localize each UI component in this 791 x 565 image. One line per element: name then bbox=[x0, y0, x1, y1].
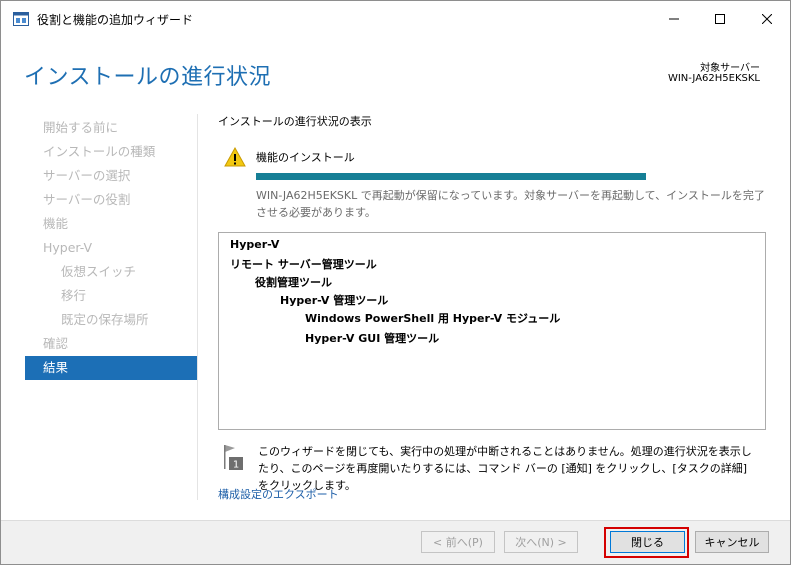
page-header: インストールの進行状況 対象サーバー WIN-JA62H5EKSKL bbox=[1, 37, 790, 101]
maximize-button[interactable] bbox=[697, 1, 743, 37]
wizard-window: 役割と機能の追加ウィザード インストールの進行状況 対象サーバー WIN-JA6… bbox=[0, 0, 791, 565]
previous-button[interactable]: < 前へ(P) bbox=[421, 531, 495, 553]
list-item: Hyper-V 管理ツール bbox=[280, 294, 389, 307]
minimize-button[interactable] bbox=[651, 1, 697, 37]
installation-progress-bar bbox=[256, 173, 646, 180]
close-icon bbox=[762, 14, 772, 24]
close-button[interactable]: 閉じる bbox=[610, 531, 685, 553]
feature-installation-label: 機能のインストール bbox=[256, 151, 355, 164]
window-title: 役割と機能の追加ウィザード bbox=[37, 13, 194, 27]
target-server-name: WIN-JA62H5EKSKL bbox=[667, 73, 760, 84]
nav-divider bbox=[197, 114, 198, 500]
nav-item-results[interactable]: 結果 bbox=[25, 356, 197, 380]
next-button[interactable]: 次へ(N) > bbox=[504, 531, 578, 553]
maximize-icon bbox=[715, 14, 725, 24]
nav-item-before-you-begin: 開始する前に bbox=[43, 120, 119, 135]
nav-item-default-stores: 既定の保存場所 bbox=[61, 312, 149, 327]
nav-item-features: 機能 bbox=[43, 216, 69, 231]
list-item: リモート サーバー管理ツール bbox=[230, 258, 377, 271]
svg-text:1: 1 bbox=[233, 460, 239, 471]
nav-item-confirmation: 確認 bbox=[43, 336, 69, 351]
warning-icon bbox=[224, 147, 246, 167]
wizard-nav: 開始する前に インストールの種類 サーバーの選択 サーバーの役割 機能 Hype… bbox=[25, 116, 197, 380]
page-title: インストールの進行状況 bbox=[24, 65, 272, 90]
wizard-footer: < 前へ(P) 次へ(N) > 閉じる キャンセル bbox=[1, 521, 790, 564]
server-manager-icon bbox=[13, 12, 29, 26]
restart-pending-message: WIN-JA62H5EKSKL で再起動が保留になっています。対象サーバーを再起… bbox=[256, 189, 765, 219]
list-item: Hyper-V bbox=[230, 238, 280, 251]
title-bar: 役割と機能の追加ウィザード bbox=[1, 1, 790, 37]
section-title: インストールの進行状況の表示 bbox=[218, 115, 372, 128]
cancel-button[interactable]: キャンセル bbox=[695, 531, 769, 553]
nav-item-virtual-switches: 仮想スイッチ bbox=[61, 264, 137, 279]
target-server-label: 対象サーバー bbox=[700, 63, 760, 74]
progress-fill bbox=[256, 173, 646, 180]
nav-item-server-roles: サーバーの役割 bbox=[43, 192, 131, 207]
list-item: 役割管理ツール bbox=[255, 276, 332, 289]
nav-item-server-selection: サーバーの選択 bbox=[43, 168, 131, 183]
list-item: Hyper-V GUI 管理ツール bbox=[305, 332, 440, 345]
nav-item-installation-type: インストールの種類 bbox=[43, 144, 156, 159]
notification-flag-icon: 1 bbox=[224, 445, 243, 471]
minimize-icon bbox=[669, 18, 679, 20]
nav-item-migration: 移行 bbox=[61, 288, 87, 303]
results-list[interactable]: Hyper-V リモート サーバー管理ツール 役割管理ツール Hyper-V 管… bbox=[218, 232, 766, 430]
export-configuration-link[interactable]: 構成設定のエクスポート bbox=[218, 486, 339, 502]
nav-item-hyper-v: Hyper-V bbox=[43, 240, 93, 255]
list-item: Windows PowerShell 用 Hyper-V モジュール bbox=[305, 312, 561, 325]
close-window-button[interactable] bbox=[744, 1, 790, 37]
